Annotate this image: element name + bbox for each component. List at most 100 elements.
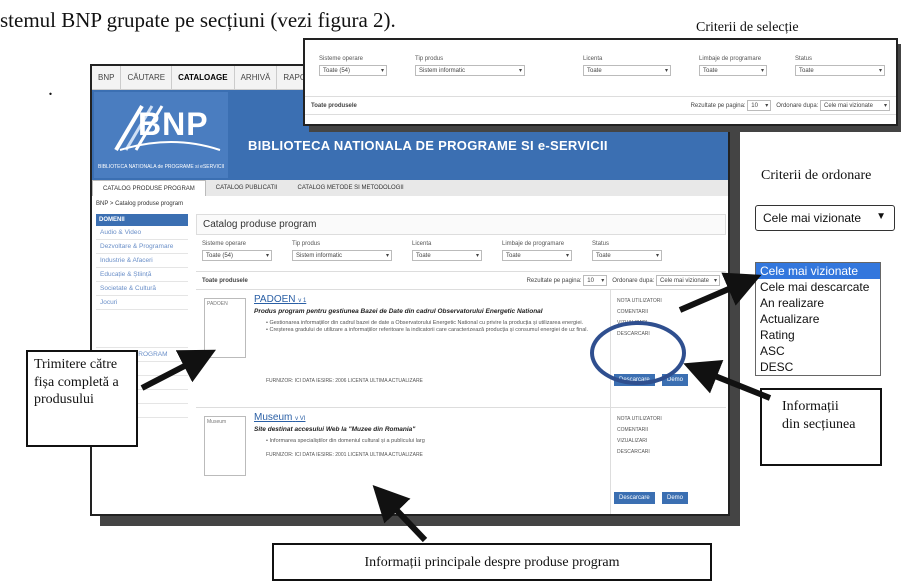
filter-license-select[interactable]: Toate <box>412 250 482 261</box>
document-heading-fragment: stemul BNP grupate pe secțiuni (vezi fig… <box>0 8 396 32</box>
product-description: Site destinat accesului Web la "Muzee di… <box>254 426 416 433</box>
topnav-bnp[interactable]: BNP <box>92 66 122 90</box>
per-page-select[interactable]: 10 <box>583 275 608 286</box>
tab-catalog-publicatii[interactable]: CATALOG PUBLICATII <box>206 180 288 196</box>
product-bullet: • Gestionarea informațiilor din cadrul b… <box>266 320 584 326</box>
catalog-content: Catalog produse program Sisteme operare T… <box>196 214 726 514</box>
zoom-list-title: Toate produsele <box>311 102 357 109</box>
catalog-tabs: CATALOG PRODUSE PROGRAM CATALOG PUBLICAT… <box>92 180 728 196</box>
breadcrumb[interactable]: BNP > Catalog produse program <box>96 201 183 207</box>
logo-text: BNP <box>138 106 209 142</box>
sidebar-spacer <box>96 310 188 348</box>
product-item: Museum Museum v VI Site destinat accesul… <box>196 408 726 514</box>
stat-downloads: DESCARCARI <box>617 331 650 337</box>
zoom-sort-label: Ordonare dupa: <box>776 103 819 109</box>
sort-dropdown[interactable]: Cele mai vizionate ▼ <box>755 205 895 231</box>
product-bullet: • Informarea specialiștilor din domeniul… <box>266 438 425 444</box>
product-name-link[interactable]: PADOEN v 1 <box>254 294 306 305</box>
filter-label-os: Sisteme operare <box>202 241 247 247</box>
sort-option[interactable]: Cele mai descarcate <box>756 279 880 295</box>
filter-language-select[interactable]: Toate <box>502 250 572 261</box>
sidebar-item-audio-video[interactable]: Audio & Video <box>96 226 188 240</box>
logo-subtitle: BIBLIOTECA NATIONALA de PROGRAME si eSER… <box>98 164 225 170</box>
banner-title: BIBLIOTECA NATIONALA DE PROGRAME SI e-SE… <box>248 138 608 153</box>
filter-label-type: Tip produs <box>292 241 321 247</box>
download-button[interactable]: Descarcare <box>614 374 655 386</box>
product-description: Produs program pentru gestiunea Bazei de… <box>254 308 543 315</box>
sidebar-item-educatie[interactable]: Educație & Știință <box>96 268 188 282</box>
stat-downloads: DESCARCARI <box>617 449 650 455</box>
filter-os-select[interactable]: Toate (54) <box>202 250 272 261</box>
sidebar-item-societate[interactable]: Societate & Cultură <box>96 282 188 296</box>
stat-views: VIZUALIZARI <box>617 438 648 444</box>
zoom-filter-label: Sisteme operare <box>319 56 364 62</box>
filter-status-select[interactable]: Toate <box>592 250 662 261</box>
selection-criteria-zoom: Sisteme operare Toate (54) Tip produs Sist… <box>303 38 898 126</box>
product-meta: FURNIZOR: ICI DATA IESIRE: 2001 LICENTA … <box>266 452 423 458</box>
stat-rating: NOTA UTILIZATORI <box>617 298 662 304</box>
chevron-down-icon: ▼ <box>876 211 886 222</box>
sort-select[interactable]: Cele mai vizionate <box>656 275 720 286</box>
zoom-sort-select[interactable]: Cele mai vizionate <box>820 100 890 111</box>
zoom-filter-label: Limbaje de programare <box>699 56 762 62</box>
caption-ordering-criteria: Criterii de ordonare <box>761 168 872 183</box>
product-bullet: • Creșterea gradului de utilizare a info… <box>266 327 589 334</box>
zoom-filter-label: Tip produs <box>415 56 444 62</box>
sort-option[interactable]: An realizare <box>756 295 880 311</box>
zoom-filter-status-select[interactable]: Toate <box>795 65 885 76</box>
sort-dropdown-value: Cele mai vizionate <box>763 211 862 225</box>
zoom-filter-label: Status <box>795 56 813 62</box>
per-page-label: Rezultate pe pagina: <box>526 278 582 284</box>
zoom-filter-license-select[interactable]: Toate <box>583 65 671 76</box>
zoom-filter-os-select[interactable]: Toate (54) <box>319 65 387 76</box>
download-button[interactable]: Descarcare <box>614 492 655 504</box>
sidebar-item-dezvoltare[interactable]: Dezvoltare & Programare <box>96 240 188 254</box>
product-thumbnail[interactable]: Museum <box>204 416 246 476</box>
list-header: Toate produsele Rezultate pe pagina: 10 … <box>196 271 726 290</box>
filter-type-select[interactable]: Sistem informatic <box>292 250 392 261</box>
stat-views: VIZUALIZARI <box>617 320 648 326</box>
product-bullets: • Informarea specialiștilor din domeniul… <box>266 438 596 445</box>
topnav-cataloage[interactable]: CATALOAGE <box>172 66 235 90</box>
topnav-cautare[interactable]: CĂUTARE <box>121 66 173 90</box>
sidebar-item-jocuri[interactable]: Jocuri <box>96 296 188 310</box>
sort-option[interactable]: Actualizare <box>756 311 880 327</box>
list-title: Toate produsele <box>202 277 248 284</box>
sort-option[interactable]: ASC <box>756 343 880 359</box>
tab-catalog-produse-program[interactable]: CATALOG PRODUSE PROGRAM <box>92 180 206 196</box>
zoom-filter-language-select[interactable]: Toate <box>699 65 767 76</box>
product-stats: NOTA UTILIZATORI COMENTARII VIZUALIZARI … <box>610 290 694 408</box>
stat-comments: COMENTARII <box>617 427 649 433</box>
demo-button[interactable]: Demo <box>662 492 689 504</box>
zoom-filter-row: Sisteme operare Toate (54) Tip produs Sist… <box>305 40 896 82</box>
topnav-arhiva[interactable]: ARHIVĂ <box>235 66 278 90</box>
product-thumbnail[interactable]: PADOEN <box>204 298 246 358</box>
caption-selection-criteria: Criterii de selecție <box>696 20 799 35</box>
sort-label: Ordonare dupa: <box>612 278 655 284</box>
product-bullets: • Gestionarea informațiilor din cadrul b… <box>266 320 596 335</box>
zoom-per-page-select[interactable]: 10 <box>747 100 772 111</box>
product-meta: FURNIZOR: ICI DATA IESIRE: 2006 LICENTA … <box>266 378 423 384</box>
product-item: PADOEN PADOEN v 1 Produs program pentru … <box>196 290 726 408</box>
filter-label-license: Licenta <box>412 241 432 247</box>
filter-row: Sisteme operare Toate (54) Tip produs Sist… <box>196 235 726 267</box>
demo-button[interactable]: Demo <box>662 374 689 386</box>
stat-rating: NOTA UTILIZATORI <box>617 416 662 422</box>
callout-product-link: Trimitere către fișa completă a produsul… <box>26 350 138 447</box>
sidebar-heading: DOMENII <box>96 214 188 226</box>
tab-catalog-metode[interactable]: CATALOG METODE SI METODOLOGII <box>287 180 413 196</box>
sort-option[interactable]: Rating <box>756 327 880 343</box>
bnp-logo[interactable]: BNP BIBLIOTECA NATIONALA de PROGRAME si … <box>94 92 228 178</box>
sort-option[interactable]: DESC <box>756 359 880 375</box>
content-title: Catalog produse program <box>196 214 726 235</box>
sort-option[interactable]: Cele mai vizionate <box>756 263 880 279</box>
zoom-list-header: Toate produsele Rezultate pe pagina: 10 … <box>305 96 896 115</box>
sidebar-item-industrie[interactable]: Industrie & Afaceri <box>96 254 188 268</box>
product-name-link[interactable]: Museum v VI <box>254 412 305 423</box>
document-dot: . <box>48 78 53 100</box>
stat-comments: COMENTARII <box>617 309 649 315</box>
filter-label-status: Status <box>592 241 610 247</box>
sort-dropdown-list: Cele mai vizionate Cele mai descarcate A… <box>755 262 881 376</box>
zoom-filter-type-select[interactable]: Sistem informatic <box>415 65 525 76</box>
callout-section-info: Informații din secțiunea <box>760 388 882 466</box>
